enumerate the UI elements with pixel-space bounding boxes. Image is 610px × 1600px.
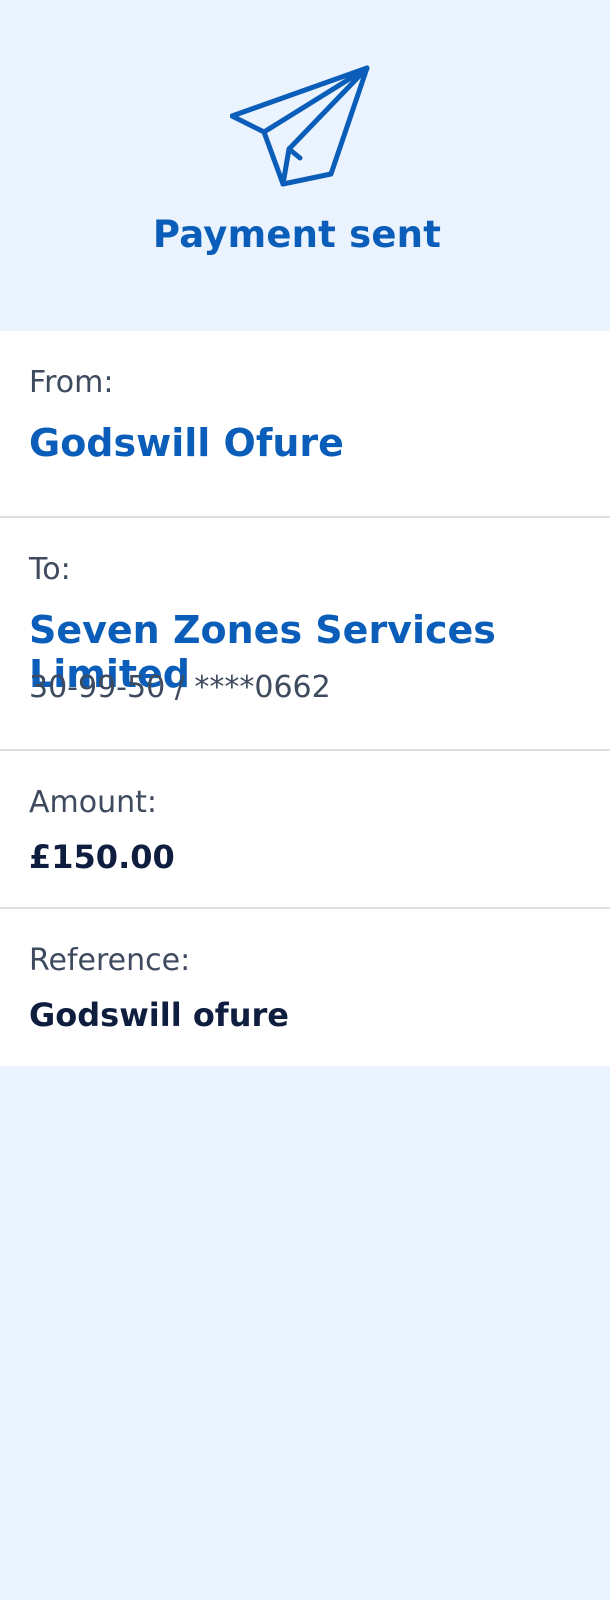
- confirmation-header: Payment sent: [0, 0, 610, 331]
- reference-row: Reference: Godswill ofure: [0, 909, 610, 1066]
- to-label: To:: [29, 552, 71, 587]
- amount-row: Amount: £150.00: [0, 751, 610, 909]
- amount-label: Amount:: [29, 785, 157, 820]
- from-name: Godswill Ofure: [29, 421, 344, 465]
- amount-value: £150.00: [29, 838, 175, 876]
- reference-value: Godswill ofure: [29, 996, 289, 1034]
- from-label: From:: [29, 365, 114, 400]
- from-row: From: Godswill Ofure: [0, 331, 610, 518]
- page-title: Payment sent: [152, 213, 442, 256]
- to-row: To: Seven Zones Services Limited 30-99-5…: [0, 518, 610, 751]
- paper-plane-icon: [230, 65, 370, 187]
- payment-details: From: Godswill Ofure To: Seven Zones Ser…: [0, 331, 610, 1066]
- recipient-account: 30-99-50 / ****0662: [29, 670, 331, 705]
- reference-label: Reference:: [29, 943, 191, 978]
